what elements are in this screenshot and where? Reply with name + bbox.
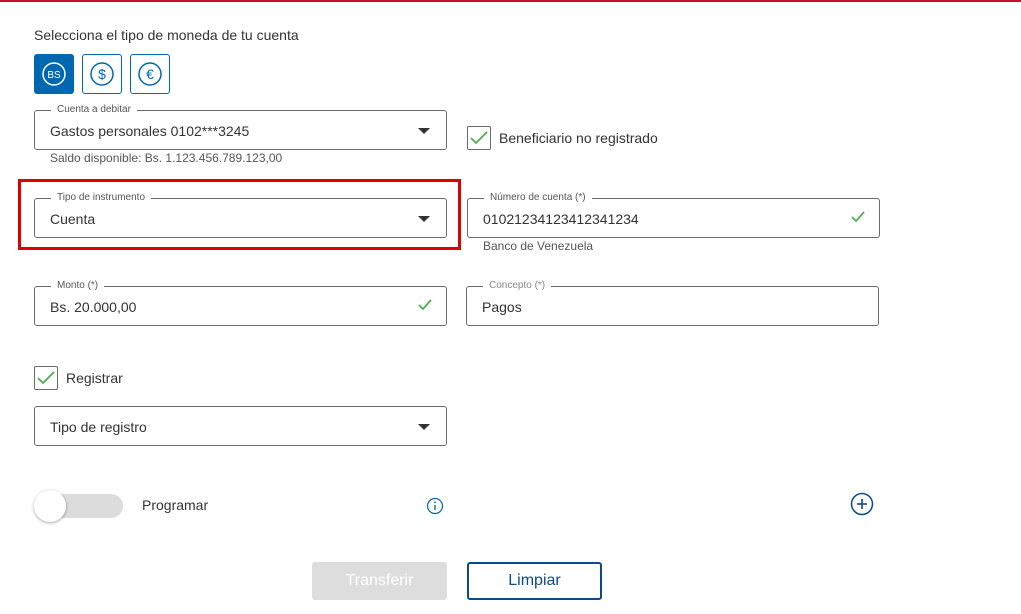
schedule-label: Programar [142,497,209,513]
account-number-label: Número de cuenta (*) [484,191,592,205]
svg-text:$: $ [98,66,106,82]
svg-text:€: € [146,66,154,82]
unregistered-beneficiary-checkbox[interactable] [467,126,491,150]
clear-button[interactable]: Limpiar [467,562,602,600]
currency-euro-button[interactable]: € [130,54,170,94]
dollar-currency-icon: $ [90,62,114,86]
amount-value: Bs. 20.000,00 [50,299,137,315]
available-balance-text: Saldo disponible: Bs. 1.123.456.789.123,… [50,151,283,165]
svg-text:BS: BS [47,70,61,81]
currency-dollar-button[interactable]: $ [82,54,122,94]
chevron-down-icon [418,128,430,134]
add-circle-icon[interactable] [850,492,874,516]
debit-account-select[interactable]: Cuenta a debitar Gastos personales 0102*… [34,103,447,150]
transfer-button[interactable]: Transferir [312,562,447,600]
checkmark-icon [470,131,488,145]
concept-input[interactable]: Concepto (*) Pagos [466,279,879,326]
concept-value: Pagos [482,299,522,315]
valid-check-icon [418,299,432,311]
register-type-placeholder: Tipo de registro [50,419,147,435]
debit-account-label: Cuenta a debitar [51,103,137,117]
checkmark-icon [37,371,55,385]
bs-currency-icon: BS [42,62,66,86]
bank-name-text: Banco de Venezuela [483,239,594,253]
unregistered-beneficiary-label: Beneficiario no registrado [499,130,658,146]
euro-currency-icon: € [138,62,162,86]
highlight-box [18,179,461,250]
concept-label: Concepto (*) [483,279,552,293]
account-number-input[interactable]: Número de cuenta (*) 0102123412341234123… [467,191,880,238]
register-type-select[interactable]: Tipo de registro [34,406,447,446]
valid-check-icon [851,211,865,223]
currency-bs-button[interactable]: BS [34,54,74,94]
debit-account-value: Gastos personales 0102***3245 [50,123,250,139]
chevron-down-icon [418,424,430,430]
register-label: Registrar [66,370,123,386]
amount-input[interactable]: Monto (*) Bs. 20.000,00 [34,279,447,326]
schedule-toggle-knob[interactable] [34,490,66,522]
register-checkbox[interactable] [34,366,58,390]
top-accent-line [0,0,1021,2]
amount-label: Monto (*) [51,279,105,293]
currency-heading: Selecciona el tipo de moneda de tu cuent… [34,27,299,43]
account-number-value: 01021234123412341234 [483,211,639,227]
info-icon[interactable] [426,497,444,515]
